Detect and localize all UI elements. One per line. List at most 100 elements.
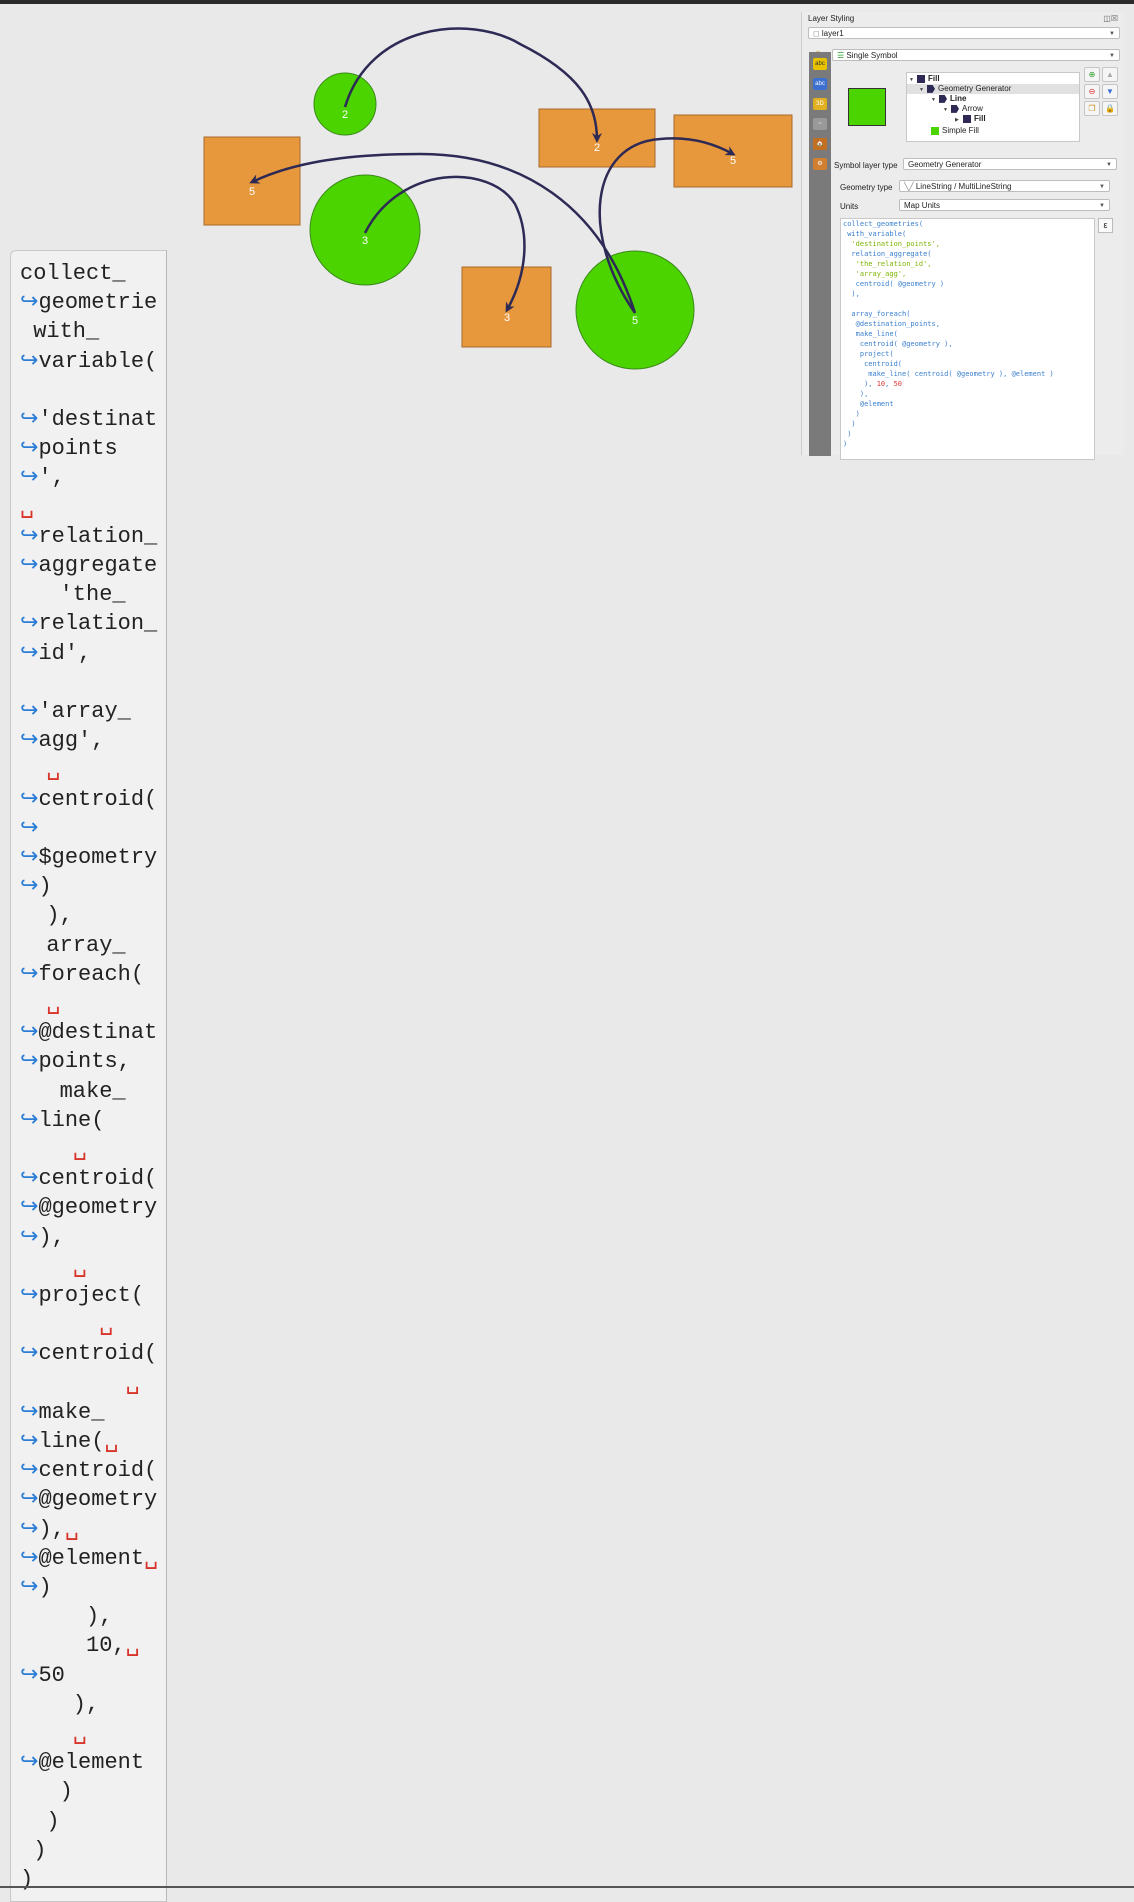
units-select[interactable]: Map Units ▼ [899, 199, 1110, 211]
feature-rect-5-right[interactable] [673, 114, 793, 188]
code-line: ↪aggregate [20, 551, 157, 580]
geometry-expression-editor[interactable]: collect_geometries( with_variable( 'dest… [840, 218, 1095, 460]
geometry-type-select[interactable]: ╲╱ LineString / MultiLineString ▼ [899, 180, 1110, 192]
visible-space-marker: ␣ [125, 1370, 140, 1396]
code-line: ) [20, 1836, 46, 1865]
code-line: ↪centroid( [20, 1164, 157, 1193]
expr-line: 'destination_points', [843, 240, 940, 248]
code-line: ↪line( [20, 1106, 104, 1135]
visible-space-marker: ␣ [64, 1516, 79, 1542]
line-wrap-marker-icon: ↪ [20, 1458, 39, 1484]
lock-layer-button[interactable]: 🔒 [1102, 101, 1118, 116]
expr-line: ), [843, 390, 869, 398]
code-text: ) [38, 874, 52, 900]
renderer-select[interactable]: ☰ Single Symbol ▼ [832, 49, 1120, 61]
code-line: ↪@element␣ [20, 1544, 158, 1573]
visible-space-marker: ␣ [72, 1721, 87, 1746]
line-wrap-marker-icon: ↪ [20, 1107, 39, 1133]
tree-item-simple-fill[interactable]: Simple Fill [931, 126, 979, 136]
visible-space-marker: ␣ [20, 494, 34, 520]
code-text: 'destinat [38, 407, 158, 432]
line-wrap-marker-icon: ↪ [20, 465, 39, 491]
duplicate-layer-button[interactable]: ❐ [1084, 101, 1100, 116]
expr-line: @destination_points, [843, 320, 940, 328]
code-line: ↪centroid( [20, 1339, 157, 1368]
expr-token: ), [843, 380, 877, 388]
panel-window-controls-icon[interactable]: ◫☒ [1103, 14, 1118, 23]
code-line: ↪), [20, 1223, 65, 1252]
line-wrap-marker-icon: ↪ [20, 640, 39, 666]
fill-symbol-icon [917, 74, 925, 83]
layer-styling-panel: Layer Styling ◫☒ ◻ layer1 ▼ ✐ ☰ Single S… [801, 12, 1124, 460]
tree-item-fill[interactable]: ▼ Fill [909, 74, 940, 84]
collapse-arrow-icon[interactable]: ▼ [919, 85, 927, 95]
code-text: line( [38, 1107, 105, 1133]
window-bottom-border [0, 1886, 1134, 1888]
tree-item-fill-sub[interactable]: ▶ Fill [955, 114, 986, 124]
move-up-button[interactable]: ▲ [1102, 67, 1118, 82]
code-line: ↪@element [20, 1748, 144, 1777]
tree-item-geometry-generator[interactable]: ▼ Geometry Generator [907, 84, 1079, 94]
collapse-arrow-icon[interactable]: ▼ [931, 95, 939, 105]
symbol-layer-type-select[interactable]: Geometry Generator ▼ [903, 158, 1117, 170]
expr-line: ), 10, 50 [843, 379, 902, 389]
code-text: with_ [20, 319, 100, 345]
code-line: ↪@geometry [20, 1485, 157, 1514]
chevron-down-icon: ▼ [1099, 184, 1105, 190]
code-line: ), [20, 1602, 112, 1631]
rendering-tab-icon[interactable]: 🏠 [813, 138, 827, 150]
code-text: ), [20, 1604, 113, 1630]
3d-view-tab-icon[interactable]: 3D [813, 98, 827, 110]
diagrams-tab-icon[interactable]: ~ [813, 118, 827, 130]
symbol-layer-tree[interactable]: ▼ Fill ▼ Geometry Generator ▼ Line ▼ Arrow ▶… [906, 72, 1080, 142]
geometry-type-label: Geometry type [840, 183, 893, 192]
labels-tab-icon[interactable]: abc [813, 58, 827, 70]
expr-line: project( [843, 350, 894, 358]
expr-line: make_line( centroid( @geometry ), @eleme… [843, 370, 1054, 378]
code-text: variable( [38, 348, 158, 374]
line-symbol-icon [939, 94, 947, 103]
code-line: ↪),␣ [20, 1515, 79, 1544]
code-text: line( [38, 1429, 105, 1454]
code-line: ↪points [20, 434, 118, 463]
masks-tab-icon[interactable]: abc [813, 78, 827, 90]
code-line: ␣ [20, 1252, 87, 1281]
expr-line: ), [843, 290, 860, 298]
code-text: ) [20, 1867, 34, 1892]
add-symbol-layer-button[interactable]: ⊕ [1084, 67, 1100, 82]
visible-space-marker: ␣ [99, 1312, 114, 1338]
code-text: centroid( [38, 786, 158, 812]
line-wrap-marker-icon: ↪ [20, 1429, 39, 1454]
label-circle-2: 2 [342, 109, 348, 121]
move-down-button[interactable]: ▼ [1102, 84, 1118, 99]
feature-rect-3[interactable] [461, 266, 552, 348]
code-line: collect_ [20, 259, 126, 288]
tree-item-line[interactable]: ▼ Line [931, 94, 966, 104]
code-line: ↪id', [20, 639, 91, 668]
code-line: ) [20, 1777, 73, 1806]
code-line: ↪'destinat [20, 405, 157, 434]
code-line: ↪ [20, 814, 38, 843]
remove-symbol-layer-button[interactable]: ⊖ [1084, 84, 1100, 99]
expr-line: 'array_agg', [843, 270, 907, 278]
history-tab-icon[interactable]: ⚙ [813, 158, 827, 170]
code-line: ↪project( [20, 1281, 144, 1310]
expand-arrow-icon[interactable]: ▶ [955, 115, 963, 125]
tree-item-arrow[interactable]: ▼ Arrow [943, 104, 983, 114]
collapse-arrow-icon[interactable]: ▼ [943, 105, 951, 115]
line-wrap-marker-icon: ↪ [20, 1224, 39, 1250]
code-line: ␣ [20, 989, 60, 1018]
line-wrap-marker-icon: ↪ [20, 1750, 39, 1776]
tree-item-line-label: Line [950, 94, 967, 103]
line-wrap-marker-icon: ↪ [20, 1487, 39, 1513]
code-text: centroid( [38, 1166, 158, 1192]
expr-line: centroid( [843, 360, 903, 368]
code-text: geometrie [38, 290, 158, 316]
code-text: project( [38, 1283, 145, 1308]
line-wrap-marker-icon: ↪ [20, 348, 39, 374]
code-text: @geometry [38, 1487, 158, 1513]
expression-builder-button[interactable]: ε [1098, 218, 1113, 233]
layer-select[interactable]: ◻ layer1 ▼ [808, 27, 1120, 39]
